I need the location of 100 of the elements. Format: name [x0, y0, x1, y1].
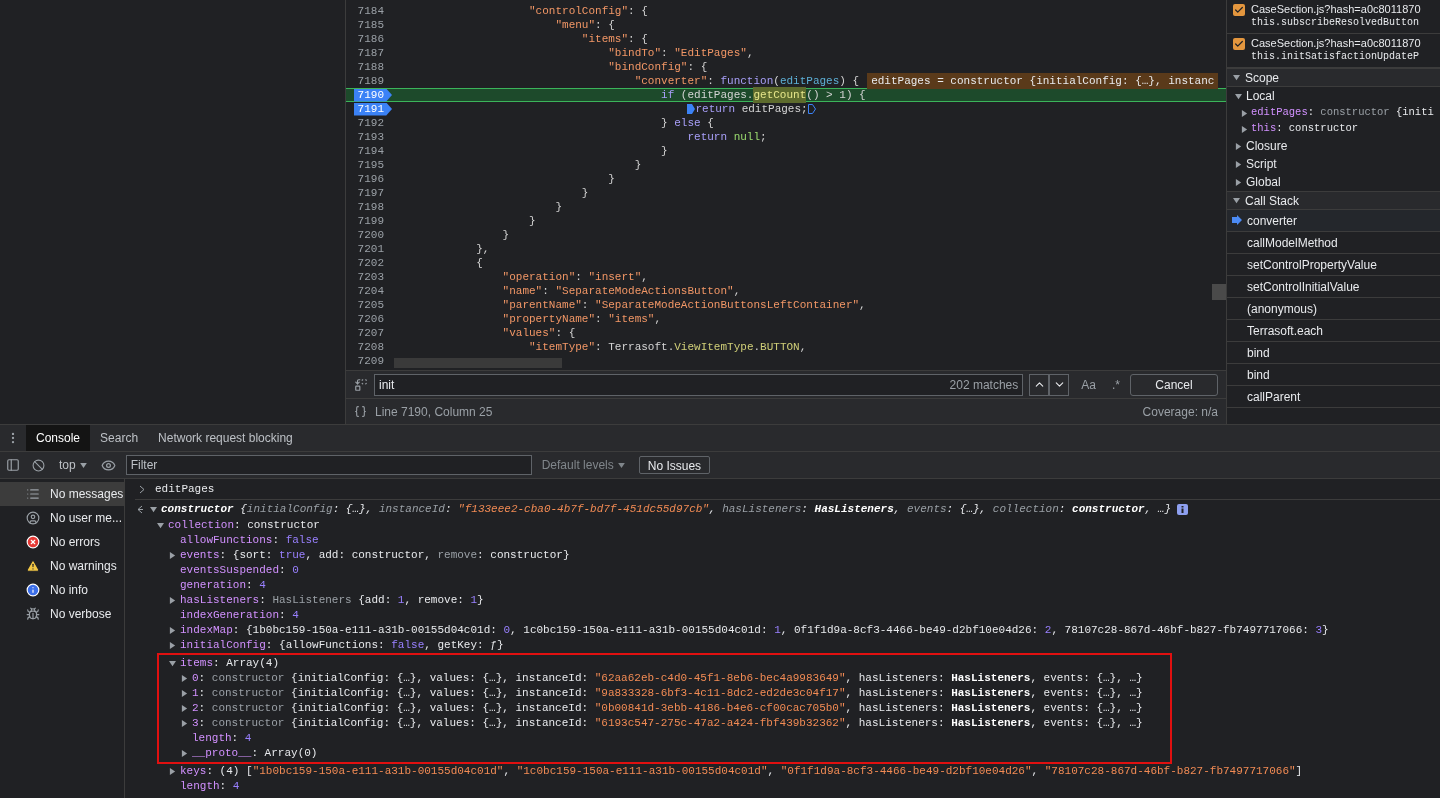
replace-icon[interactable] — [354, 377, 368, 392]
line-number[interactable]: 7196 — [353, 172, 392, 186]
call-frame[interactable]: bind — [1227, 364, 1440, 386]
line-number[interactable]: 7209 — [353, 354, 392, 368]
console-property: indexGeneration: 4 — [180, 608, 299, 623]
call-frame[interactable]: callModelMethod — [1227, 232, 1440, 254]
expand-arrow-icon[interactable] — [1233, 74, 1240, 81]
section-header[interactable]: Scope — [1227, 68, 1440, 87]
expand-arrow-icon[interactable] — [157, 522, 164, 529]
scope-section[interactable]: Global — [1246, 173, 1281, 191]
expand-arrow-icon[interactable] — [169, 552, 176, 559]
line-number[interactable]: 7207 — [353, 326, 392, 340]
line-number[interactable]: 7187 — [353, 46, 392, 60]
scope-section[interactable]: Closure — [1246, 137, 1288, 155]
expand-arrow-icon[interactable] — [1235, 142, 1242, 150]
message-filter-item[interactable]: No verbose — [0, 602, 124, 626]
code-text: "name": "SeparateModeActionsButton", — [501, 283, 741, 299]
line-number[interactable]: 7185 — [353, 18, 392, 32]
inline-breakpoint-icon[interactable] — [807, 104, 816, 114]
line-number[interactable]: 7201 — [353, 242, 392, 256]
line-number[interactable]: 7203 — [353, 270, 392, 284]
line-number[interactable]: 7184 — [353, 4, 392, 18]
expand-arrow-icon[interactable] — [181, 750, 188, 757]
scrollbar-thumb[interactable] — [1212, 284, 1226, 300]
expand-arrow-icon[interactable] — [169, 627, 176, 634]
line-number[interactable]: 7189 — [353, 74, 392, 88]
scrollbar-thumb[interactable] — [394, 358, 562, 368]
expand-arrow-icon[interactable] — [1235, 92, 1242, 100]
line-number[interactable]: 7195 — [353, 158, 392, 172]
message-filter-item[interactable]: No messages — [0, 482, 124, 506]
filter-field[interactable]: Filter — [125, 455, 532, 475]
expand-arrow-icon[interactable] — [1233, 197, 1240, 204]
match-case-button[interactable]: Aa — [1075, 375, 1102, 394]
sidebar-toggle-icon[interactable] — [6, 458, 20, 472]
call-frame[interactable]: callParent — [1227, 386, 1440, 408]
context-dropdown[interactable]: top — [59, 456, 87, 474]
call-frame[interactable]: converter — [1227, 210, 1440, 232]
line-number[interactable]: 7197 — [353, 186, 392, 200]
expand-arrow-icon[interactable] — [169, 597, 176, 604]
message-filter-item[interactable]: No errors — [0, 530, 124, 554]
message-filter-item[interactable]: No info — [0, 578, 124, 602]
cancel-button[interactable]: Cancel — [1130, 373, 1218, 396]
expand-arrow-icon[interactable] — [169, 642, 176, 649]
code-text: "controlConfig": { — [528, 3, 648, 19]
line-number[interactable]: 7202 — [353, 256, 392, 270]
regex-button[interactable]: .* — [1108, 375, 1124, 394]
message-filter-item[interactable]: No user me... — [0, 506, 124, 530]
line-number[interactable]: 7199 — [353, 214, 392, 228]
console-property: hasListeners: HasListeners {add: 1, remove: 1} — [180, 593, 484, 608]
console-property: length: 4 — [180, 779, 240, 794]
line-number[interactable]: 7204 — [353, 284, 392, 298]
line-number[interactable]: 7190 — [353, 88, 392, 102]
call-frame[interactable]: Terrasoft.each — [1227, 320, 1440, 342]
line-number[interactable]: 7188 — [353, 60, 392, 74]
expand-arrow-icon[interactable] — [169, 660, 176, 667]
drawer-tab[interactable]: Console — [26, 425, 91, 451]
expand-arrow-icon[interactable] — [150, 506, 157, 513]
scope-variable[interactable]: this: constructor — [1251, 121, 1359, 137]
drawer-tab[interactable]: Search — [90, 425, 149, 451]
line-number[interactable]: 7193 — [353, 130, 392, 144]
code-text: "converter": function(editPages) { — [633, 73, 860, 89]
breakpoint-checkbox[interactable] — [1233, 4, 1245, 16]
drawer-tab[interactable]: Network request blocking — [148, 425, 303, 451]
expand-arrow-icon[interactable] — [1241, 109, 1248, 117]
call-frame[interactable]: bind — [1227, 342, 1440, 364]
expand-arrow-icon[interactable] — [1235, 178, 1242, 186]
expand-arrow-icon[interactable] — [1235, 160, 1242, 168]
expand-arrow-icon[interactable] — [1241, 125, 1248, 133]
line-number[interactable]: 7186 — [353, 32, 392, 46]
issues-button[interactable]: No Issues — [638, 456, 711, 474]
eye-icon[interactable] — [100, 457, 116, 473]
call-frame[interactable]: setControlInitialValue — [1227, 276, 1440, 298]
inline-breakpoint-icon[interactable] — [687, 104, 696, 114]
line-number[interactable]: 7205 — [353, 298, 392, 312]
call-frame[interactable]: setControlPropertyValue — [1227, 254, 1440, 276]
expand-arrow-icon[interactable] — [181, 675, 188, 682]
pretty-print-icon[interactable] — [354, 405, 367, 418]
line-number[interactable]: 7192 — [353, 116, 392, 130]
line-number[interactable]: 7200 — [353, 228, 392, 242]
line-number[interactable]: 7194 — [353, 144, 392, 158]
scope-variable[interactable]: editPages: constructor {initi — [1251, 105, 1434, 121]
call-frame[interactable]: (anonymous) — [1227, 298, 1440, 320]
next-match-button[interactable] — [1049, 373, 1070, 396]
expand-arrow-icon[interactable] — [181, 720, 188, 727]
scope-section[interactable]: Script — [1246, 155, 1277, 173]
expand-arrow-icon[interactable] — [181, 690, 188, 697]
line-number[interactable]: 7208 — [353, 340, 392, 354]
line-number[interactable]: 7191 — [353, 102, 392, 116]
line-number[interactable]: 7198 — [353, 200, 392, 214]
previous-match-button[interactable] — [1029, 373, 1050, 396]
log-levels-dropdown[interactable]: Default levels — [541, 456, 625, 474]
expand-arrow-icon[interactable] — [181, 705, 188, 712]
expand-arrow-icon[interactable] — [169, 768, 176, 775]
scope-section[interactable]: Local — [1246, 87, 1275, 105]
clear-icon[interactable] — [32, 458, 45, 472]
search-field[interactable]: init 202 matches — [374, 373, 1024, 396]
line-number[interactable]: 7206 — [353, 312, 392, 326]
section-header[interactable]: Call Stack — [1227, 191, 1440, 210]
message-filter-item[interactable]: No warnings — [0, 554, 124, 578]
breakpoint-checkbox[interactable] — [1233, 38, 1245, 50]
